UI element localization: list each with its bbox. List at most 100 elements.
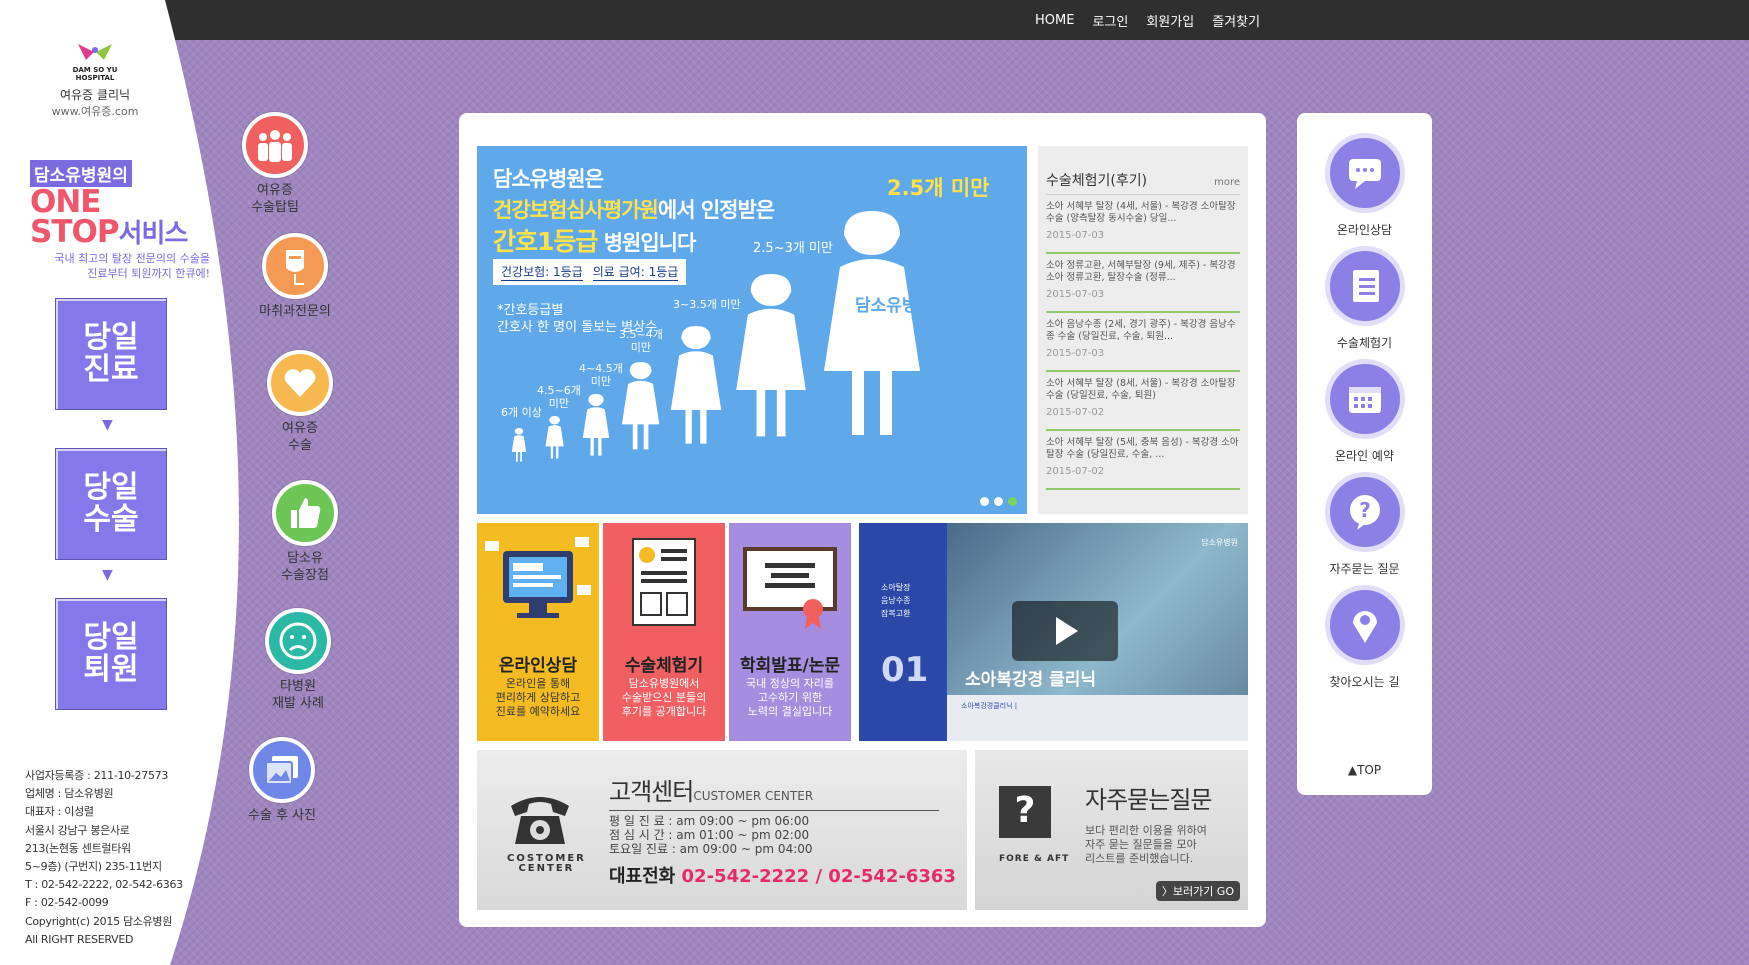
card-online-consult[interactable]: 온라인상담 온라인을 통해 편리하게 상담하고 진료를 예약하세요 xyxy=(477,523,599,741)
pager-dot[interactable] xyxy=(1008,497,1017,506)
side-link-other-hospital-cases[interactable]: 타병원 재발 사례 xyxy=(243,608,353,712)
surgery-photo: 담소유병원 소아복강경 클리닉 소아복강경클리닉 | xyxy=(947,523,1248,741)
review-text: 소아 서혜부 탈장 (4세, 서울) - 복강경 소아탈장 수술 (양측탈장 동… xyxy=(1046,201,1236,224)
video-clinic[interactable]: 소아탈장 음낭수종 잠복고환 01 담소유병원 소아복강경 클리닉 소아복강경클… xyxy=(859,523,1248,741)
quick-online-reservation[interactable]: 온라인 예약 xyxy=(1297,359,1432,464)
step-same-day-visit[interactable]: 당일 진료 xyxy=(55,298,167,410)
nurse-figure xyxy=(621,362,660,450)
bar-label: 6개 이상 xyxy=(501,406,542,419)
review-more-link[interactable]: more xyxy=(1214,177,1240,188)
left-sidebar: DAM SO YU HOSPITAL 여유증 클리닉 www.여유증.com 담… xyxy=(0,0,255,965)
quick-directions[interactable]: 찾아오시는 길 xyxy=(1297,585,1432,690)
scroll-top-button[interactable]: ▲TOP xyxy=(1297,763,1432,777)
telephone-icon xyxy=(511,797,569,844)
card-papers[interactable]: 학회발표/논문 국내 정상의 자리를 고수하기 위한 노력의 결실입니다 xyxy=(729,523,851,741)
top-bar xyxy=(0,0,1749,40)
customer-label: COSTOMER CENTER xyxy=(507,853,586,874)
pager-dot[interactable] xyxy=(994,497,1003,506)
side-link-label: 수술 후 사진 xyxy=(247,808,317,823)
info-line: 5~9층) (구번지) 235-11번지 xyxy=(25,860,162,874)
customer-title-ko: 고객센터 xyxy=(609,778,694,806)
map-pin-icon xyxy=(1324,585,1405,665)
review-date: 2015-07-03 xyxy=(1046,289,1105,300)
video-small-text: 소아복강경클리닉 | xyxy=(961,702,1018,710)
side-link-label: 타병원 xyxy=(280,679,316,694)
nurse-figure xyxy=(824,211,920,435)
review-item[interactable]: 소아 서혜부 탈장 (5세, 충북 음성) - 복강경 소아탈장 수술 (당일진… xyxy=(1046,431,1240,490)
customer-title: 고객센터CUSTOMER CENTER xyxy=(609,772,939,811)
side-link-label: 수술탑팀 xyxy=(251,200,299,215)
side-link-label: 여유증 xyxy=(282,421,318,436)
promo-tag: 담소유병원의 xyxy=(30,160,132,187)
customer-hours: 평 일 진 료 : am 09:00 ~ pm 06:00 점 심 시 간 : a… xyxy=(609,814,813,856)
customer-title-en: CUSTOMER CENTER xyxy=(693,789,814,803)
logo-sub: HOSPITAL xyxy=(75,74,115,82)
nurse-figure xyxy=(582,394,610,456)
step-label: 당일 xyxy=(83,620,139,655)
info-line: F : 02-542-0099 xyxy=(25,896,109,910)
nurse-grade-banner[interactable]: 담소유병원은 건강보험심사평가원에서 인정받은 간호1등급 병원입니다 건강보험… xyxy=(477,146,1027,514)
card-title: 온라인상담 xyxy=(498,656,578,676)
customer-center[interactable]: COSTOMER CENTER 고객센터CUSTOMER CENTER 평 일 … xyxy=(477,750,967,910)
info-line: 업체명 : 담소유병원 xyxy=(25,787,114,801)
card-title: 학회발표/논문 xyxy=(739,656,841,676)
quick-surgery-reviews[interactable]: 수술체험기 xyxy=(1297,246,1432,351)
logo-name: 여유증 클리닉 xyxy=(59,88,131,102)
promo-one: ONE xyxy=(30,184,101,220)
side-link-label: 수술장점 xyxy=(281,568,329,583)
nav-home[interactable]: HOME xyxy=(1035,13,1074,28)
svg-text:?: ? xyxy=(1359,498,1371,522)
step-label: 퇴원 xyxy=(83,652,139,687)
quick-online-consult[interactable]: 온라인상담 xyxy=(1297,133,1432,238)
quick-label: 찾아오시는 길 xyxy=(1329,675,1400,689)
review-item[interactable]: 소아 음낭수종 (2세, 경기 광주) - 복강경 음낭수종 수술 (당일진료,… xyxy=(1046,313,1240,372)
faq-go-button[interactable]: 〉보러가기 GO xyxy=(1155,881,1240,901)
side-link-advantages[interactable]: 담소유 수술장점 xyxy=(250,480,360,584)
review-item[interactable]: 소아 서혜부 탈장 (4세, 서울) - 복강경 소아탈장 수술 (양측탈장 동… xyxy=(1046,195,1240,254)
quick-faq[interactable]: ? 자주묻는 질문 xyxy=(1297,472,1432,577)
promo-sub-1: 국내 최고의 탈장 전문의의 수술을 xyxy=(54,252,210,265)
card-desc: 온라인을 통해 편리하게 상담하고 진료를 예약하세요 xyxy=(495,677,581,718)
review-text: 소아 정류고환, 서혜부탈장 (9세, 제주) - 복강경 소아 정류고환, 탈… xyxy=(1046,260,1236,283)
bar-label: 4.5~6개 미만 xyxy=(537,384,581,410)
review-item[interactable]: 소아 서혜부 탈장 (8세, 서울) - 복강경 소아탈장 수술 (당일진료, … xyxy=(1046,372,1240,431)
side-link-surgery[interactable]: 여유증 수술 xyxy=(245,350,355,454)
side-link-label: 여유증 xyxy=(257,183,293,198)
faq-title: 자주묻는질문 xyxy=(1085,786,1212,814)
top-nav: HOME 로그인 회원가입 즐겨찾기 xyxy=(1035,0,1260,40)
banner-pager xyxy=(980,497,1017,506)
quick-label: 온라인 예약 xyxy=(1334,449,1394,463)
video-number: 01 xyxy=(881,650,929,690)
hospital-logo[interactable]: DAM SO YU HOSPITAL 여유증 클리닉 www.여유증.com xyxy=(40,40,150,119)
doctors-icon xyxy=(242,112,308,178)
info-line: T : 02-542-2222, 02-542-6363 xyxy=(25,878,183,892)
nav-bookmark[interactable]: 즐겨찾기 xyxy=(1212,11,1260,30)
quick-menu: 온라인상담 수술체험기 온라인 예약 ? 자주묻는 질문 찾아오시는 길 ▲TO… xyxy=(1297,113,1432,795)
side-link-anesthesia[interactable]: 마취과전문의 xyxy=(240,233,350,320)
question-bubble-icon xyxy=(999,786,1051,838)
faq-box[interactable]: FORE & AFT 자주묻는질문 보다 편리한 이용을 위하여 자주 묻는 질… xyxy=(975,750,1248,910)
review-item[interactable]: 소아 정류고환, 서혜부탈장 (9세, 제주) - 복강경 소아 정류고환, 탈… xyxy=(1046,254,1240,313)
step-same-day-surgery[interactable]: 당일 수술 xyxy=(55,448,167,560)
side-link-after-photos[interactable]: 수술 후 사진 xyxy=(227,737,337,824)
heart-icon xyxy=(267,350,333,416)
side-link-label: 마취과전문의 xyxy=(259,304,331,319)
hours-line: 평 일 진 료 : am 09:00 ~ pm 06:00 xyxy=(609,814,810,828)
side-link-surgery-team[interactable]: 여유증수술탑팀 xyxy=(220,112,330,216)
nav-login[interactable]: 로그인 xyxy=(1092,11,1128,30)
review-text: 소아 음낭수종 (2세, 경기 광주) - 복강경 음낭수종 수술 (당일진료,… xyxy=(1046,319,1236,342)
faq-desc: 보다 편리한 이용을 위하여 자주 묻는 질문들을 모아 리스트를 준비했습니다… xyxy=(1085,824,1207,865)
card-surgery-reviews[interactable]: 수술체험기 담소유병원에서 수술받으신 분들의 후기를 공개합니다 xyxy=(603,523,725,741)
question-icon: ? xyxy=(1324,472,1405,552)
main-content-panel: 담소유병원은 건강보험심사평가원에서 인정받은 간호1등급 병원입니다 건강보험… xyxy=(459,113,1266,927)
nav-signup[interactable]: 회원가입 xyxy=(1146,11,1194,30)
step-same-day-discharge[interactable]: 당일 퇴원 xyxy=(55,598,167,710)
info-line: All RIGHT RESERVED xyxy=(25,932,134,946)
phone-number: 02-542-2222 / 02-542-6363 xyxy=(681,866,956,887)
info-line: Copyright(c) 2015 담소유병원 xyxy=(25,914,173,928)
step-arrow: ▼ xyxy=(102,417,113,433)
pager-dot[interactable] xyxy=(980,497,989,506)
certificate-icon xyxy=(743,547,837,629)
play-icon[interactable] xyxy=(1012,601,1118,661)
promo-stop: STOP xyxy=(30,214,120,250)
